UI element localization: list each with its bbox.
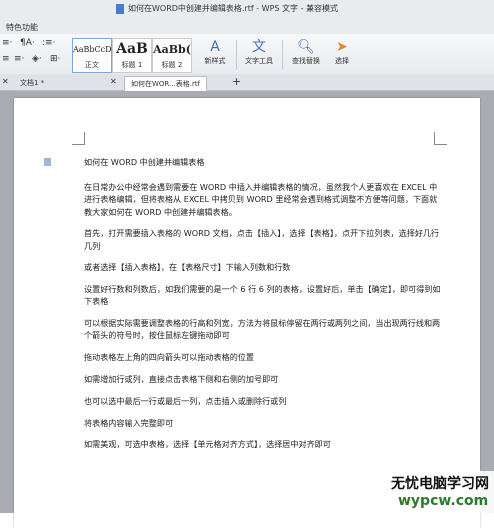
tab-current-document[interactable]: 如何在WOR...表格.rtf: [124, 76, 208, 91]
border-icon[interactable]: ⊞·: [50, 54, 60, 64]
style-heading2-preview: AaBb(: [153, 43, 191, 56]
menu-bar: 特色功能: [0, 18, 494, 34]
document-workspace[interactable]: 如何在 WORD 中创建并编辑表格 在日常办公中经常会遇到需要在 WORD 中插…: [0, 91, 494, 528]
ribbon: ≡· ¶A· :≡· ≡ ≡· ◈· ⊞· AaBbCcD 正文 AaB 标题 …: [0, 34, 494, 75]
tab-label: 如何在WOR...表格.rtf: [131, 80, 201, 88]
line-spacing-icon[interactable]: ≡·: [14, 54, 24, 64]
watermark-name: 无忧电脑学习网: [391, 476, 489, 492]
style-normal[interactable]: AaBbCcD 正文: [72, 38, 112, 73]
shading-icon[interactable]: ◈·: [32, 54, 42, 64]
style-normal-label: 正文: [85, 61, 99, 69]
document-title: 如何在 WORD 中创建并编辑表格: [84, 157, 205, 167]
bullet-icon[interactable]: :≡·: [42, 38, 55, 48]
cursor-icon: ➤: [336, 39, 348, 55]
document-icon: [116, 4, 124, 14]
paragraph: 如需美观，可选中表格，选择【单元格对齐方式】，选择居中对齐即可: [84, 439, 331, 450]
style-heading1-preview: AaB: [116, 41, 148, 57]
title-bar: 如何在WORD中创建并编辑表格.rtf - WPS 文字 - 兼容模式: [0, 0, 494, 18]
text-tools-icon: 文: [252, 39, 266, 55]
style-heading1-label: 标题 1: [121, 61, 143, 69]
find-replace-button[interactable]: 🔍︎ 查找替换: [286, 38, 326, 66]
tab-label: 文档1 *: [20, 79, 45, 87]
paragraph: 设置好行数和列数后，如我们需要的是一个 6 行 6 列的表格，设置好后，单击【确…: [84, 284, 441, 307]
select-button[interactable]: ➤ 选择: [328, 38, 356, 66]
ribbon-divider: [282, 40, 283, 70]
style-heading2-label: 标题 2: [161, 61, 183, 69]
style-normal-preview: AaBbCcD: [73, 45, 112, 54]
indent-icon[interactable]: ¶A·: [20, 38, 35, 48]
new-style-button[interactable]: A 新样式: [197, 38, 233, 66]
close-icon[interactable]: ✕: [110, 77, 117, 86]
paragraph-icon: [44, 158, 51, 166]
margin-corner-mark: [434, 132, 447, 145]
document-page[interactable]: 如何在 WORD 中创建并编辑表格 在日常办公中经常会遇到需要在 WORD 中插…: [14, 98, 480, 528]
style-heading1[interactable]: AaB 标题 1: [112, 38, 152, 73]
window-title: 如何在WORD中创建并编辑表格.rtf - WPS 文字 - 兼容模式: [128, 4, 339, 13]
align-icon[interactable]: ≡: [2, 54, 10, 64]
new-style-label: 新样式: [204, 57, 226, 65]
new-style-icon: A: [210, 39, 220, 55]
paragraph: 或者选择【插入表格】，在【表格尺寸】下输入列数和行数: [84, 262, 291, 273]
watermark-url: wypcw.com: [398, 493, 489, 509]
list-icon[interactable]: ≡·: [2, 38, 12, 48]
document-body[interactable]: 如何在 WORD 中创建并编辑表格 在日常办公中经常会遇到需要在 WORD 中插…: [84, 156, 444, 460]
paragraph: 拖动表格左上角的四向箭头可以拖动表格的位置: [84, 352, 254, 363]
site-watermark: 无忧电脑学习网 wypcw.com: [388, 471, 494, 513]
find-replace-label: 查找替换: [292, 57, 320, 65]
style-heading2[interactable]: AaBb( 标题 2: [152, 38, 192, 73]
text-tools-button[interactable]: 文 文字工具: [240, 38, 278, 66]
magnifier-icon: 🔍︎: [297, 39, 315, 55]
select-label: 选择: [335, 57, 349, 65]
text-tools-label: 文字工具: [245, 57, 273, 65]
margin-corner-mark: [72, 132, 85, 145]
paragraph: 如需增加行或列，直接点击表格下侧和右侧的加号即可: [84, 374, 279, 384]
menu-special-features[interactable]: 特色功能: [6, 22, 38, 33]
document-tab-bar: ✕ 文档1 * ✕ 如何在WOR...表格.rtf +: [0, 74, 494, 91]
paragraph: 在日常办公中经常会遇到需要在 WORD 中插入并编辑表格的情况，虽然我个人更喜欢…: [84, 182, 438, 217]
paragraph: 也可以选中最后一行或最后一列，点击插入或删除行或列: [84, 395, 287, 406]
paragraph: 可以根据实际需要调整表格的行高和列宽，方法为将鼠标停留在两行或两列之间，当出现两…: [84, 318, 441, 341]
new-tab-icon[interactable]: +: [232, 75, 241, 88]
ribbon-divider: [236, 40, 237, 70]
tab-document1[interactable]: 文档1 *: [14, 76, 50, 90]
close-icon[interactable]: ✕: [2, 77, 9, 86]
paragraph: 将表格内容输入完整即可: [84, 417, 174, 428]
paragraph: 首先，打开需要插入表格的 WORD 文档，点击【插入】，选择【表格】，点开下拉列…: [84, 228, 440, 251]
